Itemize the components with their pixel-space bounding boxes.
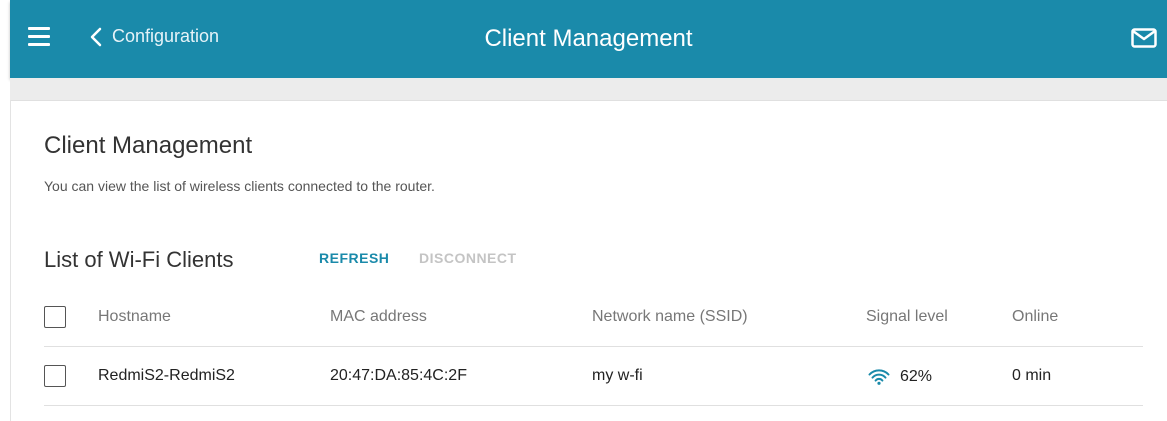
- column-header-hostname: Hostname: [98, 308, 171, 325]
- page-title: Client Management: [484, 25, 693, 52]
- client-online-time: 0 min: [1012, 367, 1052, 384]
- column-header-signal-level: Signal level: [866, 308, 948, 325]
- wifi-signal-icon: [868, 369, 890, 385]
- disconnect-button[interactable]: DISCONNECT: [419, 250, 517, 266]
- row-select-checkbox[interactable]: [44, 365, 66, 387]
- clients-list-title: List of Wi-Fi Clients: [44, 247, 234, 272]
- column-header-online: Online: [1012, 308, 1059, 325]
- client-hostname: RedmiS2-RedmiS2: [98, 367, 235, 384]
- client-ssid: my w-fi: [592, 367, 643, 384]
- client-signal-level: 62%: [868, 368, 932, 386]
- section-title: Client Management: [44, 132, 253, 159]
- envelope-icon[interactable]: [1131, 28, 1157, 53]
- top-app-bar: Configuration Client Management: [10, 0, 1167, 78]
- select-all-checkbox[interactable]: [44, 306, 66, 328]
- content-left-border: [10, 100, 11, 421]
- refresh-button[interactable]: REFRESH: [319, 250, 389, 266]
- toolbar-spacer: [10, 78, 1167, 101]
- column-header-ssid: Network name (SSID): [592, 308, 748, 325]
- signal-percentage: 62%: [900, 368, 933, 385]
- column-header-mac-address: MAC address: [330, 308, 427, 325]
- table-header-row: Hostname MAC address Network name (SSID)…: [44, 288, 1143, 347]
- client-mac-address: 20:47:DA:85:4C:2F: [330, 367, 467, 384]
- table-row[interactable]: RedmiS2-RedmiS2 20:47:DA:85:4C:2F my w-f…: [44, 347, 1143, 406]
- section-description: You can view the list of wireless client…: [44, 178, 435, 194]
